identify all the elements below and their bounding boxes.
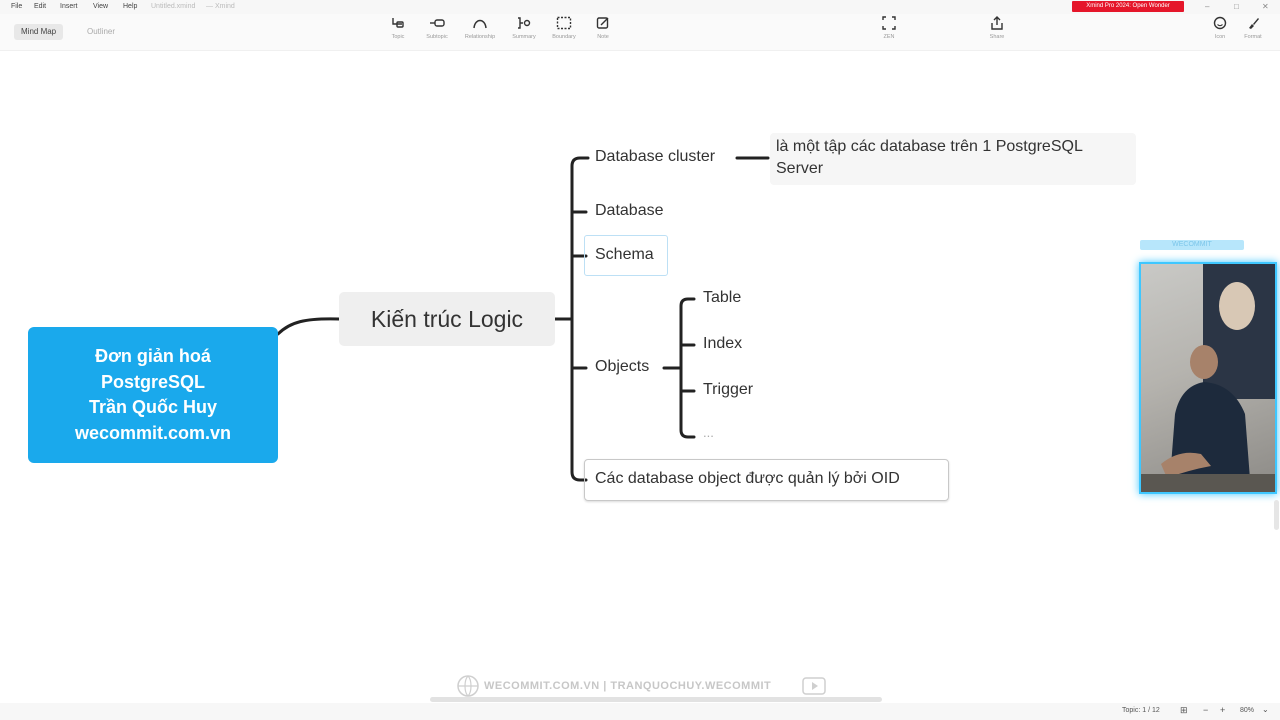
main-topic[interactable]: Kiến trúc Logic [339,292,555,346]
horizontal-scrollbar[interactable] [430,697,882,702]
zoom-in-icon[interactable]: + [1220,705,1225,715]
globe-icon [457,675,479,697]
topic-table[interactable]: Table [703,289,741,307]
root-line: Trần Quốc Huy [88,397,218,417]
topic-database[interactable]: Database [595,202,664,220]
watermark-text: WECOMMIT.COM.VN | TRANQUOCHUY.WECOMMIT [484,680,772,692]
topic-objects[interactable]: Objects [595,358,649,376]
root-topic[interactable]: Đơn giản hoá PostgreSQL Trần Quốc Huy we… [28,327,278,463]
topic-database-cluster[interactable]: Database cluster [595,148,715,166]
zoom-out-icon[interactable]: − [1203,705,1208,715]
topic-schema[interactable]: Schema [595,246,654,264]
presenter-silhouette [1141,264,1275,492]
topic-oid[interactable]: Các database object được quản lý bởi OID [595,470,900,488]
topic-ellipsis[interactable]: ... [703,425,714,440]
map-overview-icon[interactable]: ⊞ [1180,705,1188,716]
topic-trigger[interactable]: Trigger [703,381,753,399]
status-bar: Topic: 1 / 12 ⊞ − + 80% ⌄ [0,703,1280,720]
root-line: wecommit.com.vn [74,422,232,443]
topic-index[interactable]: Index [703,335,742,353]
webcam-overlay [1139,262,1277,494]
root-line: Đơn giản hoá [95,346,211,366]
zoom-level[interactable]: 80% [1240,707,1254,714]
root-line: PostgreSQL [100,371,206,392]
cluster-note[interactable]: là một tập các database trên 1 PostgreSQ… [770,133,1136,185]
youtube-icon [802,677,826,695]
vertical-scrollbar[interactable] [1274,500,1279,530]
topic-count: Topic: 1 / 12 [1122,707,1160,714]
chevron-down-icon[interactable]: ⌄ [1262,705,1269,714]
webcam-label: WECOMMIT [1140,240,1244,250]
